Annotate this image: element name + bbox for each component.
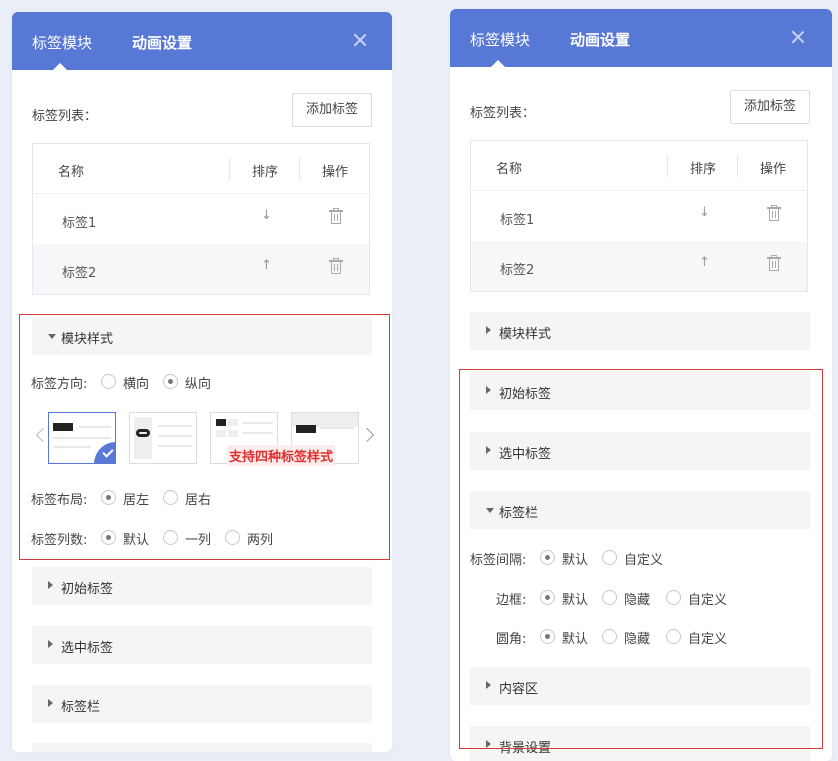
tab-animation-settings[interactable]: 动画设置: [132, 34, 192, 52]
tag-table: 名称 排序 操作 标签1 ↓ 标签2 ↑: [32, 143, 370, 295]
trash-icon[interactable]: [329, 208, 343, 224]
section-initial-tag[interactable]: 初始标签: [32, 567, 372, 605]
tag-name: 标签1: [62, 216, 97, 231]
highlight-box: [459, 369, 823, 749]
sort-down-icon[interactable]: ↓: [699, 205, 710, 220]
table-row: 标签2 ↑: [33, 244, 369, 294]
column-divider: [737, 155, 738, 177]
add-tag-button[interactable]: 添加标签: [292, 93, 372, 127]
column-header-name: 名称: [496, 162, 523, 177]
tag-list-label: 标签列表：: [470, 106, 536, 121]
column-header-name: 名称: [58, 165, 85, 180]
tab-tag-module[interactable]: 标签模块: [32, 34, 92, 52]
caret-right-icon: [48, 640, 53, 648]
column-divider: [667, 155, 668, 177]
sort-down-icon[interactable]: ↓: [261, 208, 272, 223]
table-row: 标签1 ↓: [471, 191, 807, 241]
column-header-sort: 排序: [252, 165, 279, 180]
column-divider: [229, 158, 230, 180]
sort-up-icon[interactable]: ↑: [261, 258, 272, 273]
trash-icon[interactable]: [767, 205, 781, 221]
section-selected-tag[interactable]: 选中标签: [32, 626, 372, 664]
panel-header: 标签模块 动画设置: [450, 9, 832, 67]
tab-animation-settings[interactable]: 动画设置: [570, 31, 630, 49]
column-divider: [299, 158, 300, 180]
caret-right-icon: [48, 581, 53, 589]
section-tab-bar[interactable]: 标签栏: [32, 685, 372, 723]
caret-right-icon: [486, 326, 491, 334]
caret-right-icon: [48, 699, 53, 707]
active-tab-indicator: [491, 60, 505, 67]
add-tag-button[interactable]: 添加标签: [730, 90, 810, 124]
table-row: 标签1 ↓: [33, 194, 369, 244]
tag-list-label: 标签列表：: [32, 109, 98, 124]
styles-note: 支持四种标签样式: [227, 445, 336, 466]
panel-header: 标签模块 动画设置: [12, 12, 392, 70]
tag-table: 名称 排序 操作 标签1 ↓ 标签2 ↑: [470, 140, 808, 292]
tag-name: 标签1: [500, 213, 535, 228]
section-next[interactable]: [32, 743, 372, 752]
section-title: 模块样式: [499, 327, 552, 342]
tab-tag-module[interactable]: 标签模块: [470, 31, 530, 49]
sort-up-icon[interactable]: ↑: [699, 255, 710, 270]
close-icon[interactable]: [788, 27, 808, 47]
highlight-box: [19, 314, 390, 560]
column-header-sort: 排序: [690, 162, 717, 177]
active-tab-indicator: [53, 63, 67, 70]
tag-name: 标签2: [62, 266, 97, 281]
table-header: 名称 排序 操作: [471, 141, 807, 191]
section-title: 选中标签: [61, 641, 114, 656]
table-row: 标签2 ↑: [471, 241, 807, 291]
tag-name: 标签2: [500, 263, 535, 278]
table-header: 名称 排序 操作: [33, 144, 369, 194]
section-title: 标签栏: [61, 700, 101, 715]
close-icon[interactable]: [350, 30, 370, 50]
section-module-style[interactable]: 模块样式: [470, 312, 810, 350]
section-title: 初始标签: [61, 582, 114, 597]
trash-icon[interactable]: [767, 255, 781, 271]
column-header-actions: 操作: [322, 165, 349, 180]
column-header-actions: 操作: [760, 162, 787, 177]
trash-icon[interactable]: [329, 258, 343, 274]
